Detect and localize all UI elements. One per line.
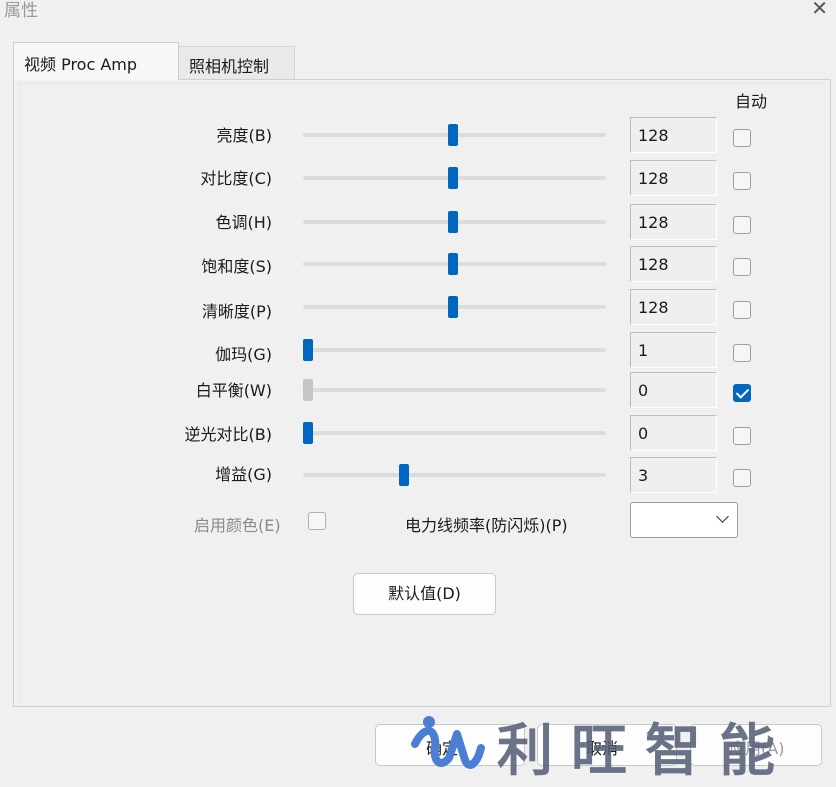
auto-checkbox[interactable]	[733, 216, 751, 234]
slider-thumb[interactable]	[448, 296, 458, 318]
value-field[interactable]: 0	[630, 372, 717, 408]
tab-camera-control[interactable]: 照相机控制	[179, 46, 295, 80]
slider-thumb[interactable]	[398, 464, 409, 486]
auto-checkbox[interactable]	[733, 469, 751, 487]
auto-checkbox[interactable]	[733, 301, 751, 319]
enable-color-checkbox	[308, 512, 326, 530]
apply-button[interactable]: 应用(A)	[690, 724, 822, 766]
row-label: 对比度(C)	[200, 169, 272, 188]
value-field[interactable]: 128	[630, 246, 717, 282]
row-label: 亮度(B)	[216, 126, 272, 145]
slider-thumb[interactable]	[303, 339, 313, 361]
row-label: 伽玛(G)	[215, 345, 272, 364]
value-field[interactable]: 0	[630, 415, 717, 451]
row-label: 增益(G)	[215, 465, 272, 484]
slider-thumb[interactable]	[448, 124, 458, 146]
slider-thumb[interactable]	[303, 422, 313, 444]
auto-checkbox[interactable]	[733, 172, 751, 190]
slider-thumb[interactable]	[448, 253, 458, 275]
row-label: 逆光对比(B)	[184, 425, 272, 444]
apply-button-label: 应用(A)	[729, 739, 785, 758]
close-icon[interactable]: ✕	[811, 0, 828, 18]
power-line-frequency-select[interactable]	[630, 502, 738, 538]
ok-button[interactable]: 确定	[375, 724, 525, 766]
slider-thumb[interactable]	[448, 211, 458, 233]
row-label: 清晰度(P)	[201, 302, 272, 321]
title-bar: 属性 ✕	[0, 0, 836, 26]
chevron-down-icon	[716, 510, 729, 523]
slider-thumb[interactable]	[448, 167, 458, 189]
auto-column-header: 自动	[735, 92, 768, 111]
cancel-button[interactable]: 取消	[537, 724, 677, 766]
auto-checkbox[interactable]	[733, 258, 751, 276]
tab-video-proc-amp[interactable]: 视频 Proc Amp	[13, 42, 179, 80]
cancel-button-label: 取消	[586, 739, 619, 758]
value-field[interactable]: 1	[630, 332, 717, 368]
slider-track[interactable]	[303, 473, 606, 477]
value-field[interactable]: 128	[630, 117, 717, 153]
slider-track[interactable]	[303, 388, 606, 392]
row-label: 饱和度(S)	[201, 257, 272, 276]
slider-thumb	[303, 379, 313, 401]
auto-checkbox[interactable]	[733, 427, 751, 445]
row-label: 白平衡(W)	[195, 381, 272, 400]
enable-color-label: 启用颜色(E)	[194, 516, 281, 535]
slider-track[interactable]	[303, 348, 606, 352]
power-line-frequency-label: 电力线频率(防闪烁)(P)	[405, 516, 568, 535]
ok-button-label: 确定	[426, 739, 459, 758]
window-title: 属性	[4, 1, 38, 21]
value-field[interactable]: 3	[630, 457, 717, 493]
value-field[interactable]: 128	[630, 289, 717, 325]
auto-checkbox[interactable]	[733, 344, 751, 362]
auto-checkbox[interactable]	[733, 384, 751, 402]
row-label: 色调(H)	[215, 213, 272, 232]
value-field[interactable]: 128	[630, 160, 717, 196]
value-field[interactable]: 128	[630, 204, 717, 240]
slider-track[interactable]	[303, 431, 606, 435]
default-button[interactable]: 默认值(D)	[353, 573, 496, 615]
auto-checkbox[interactable]	[733, 129, 751, 147]
